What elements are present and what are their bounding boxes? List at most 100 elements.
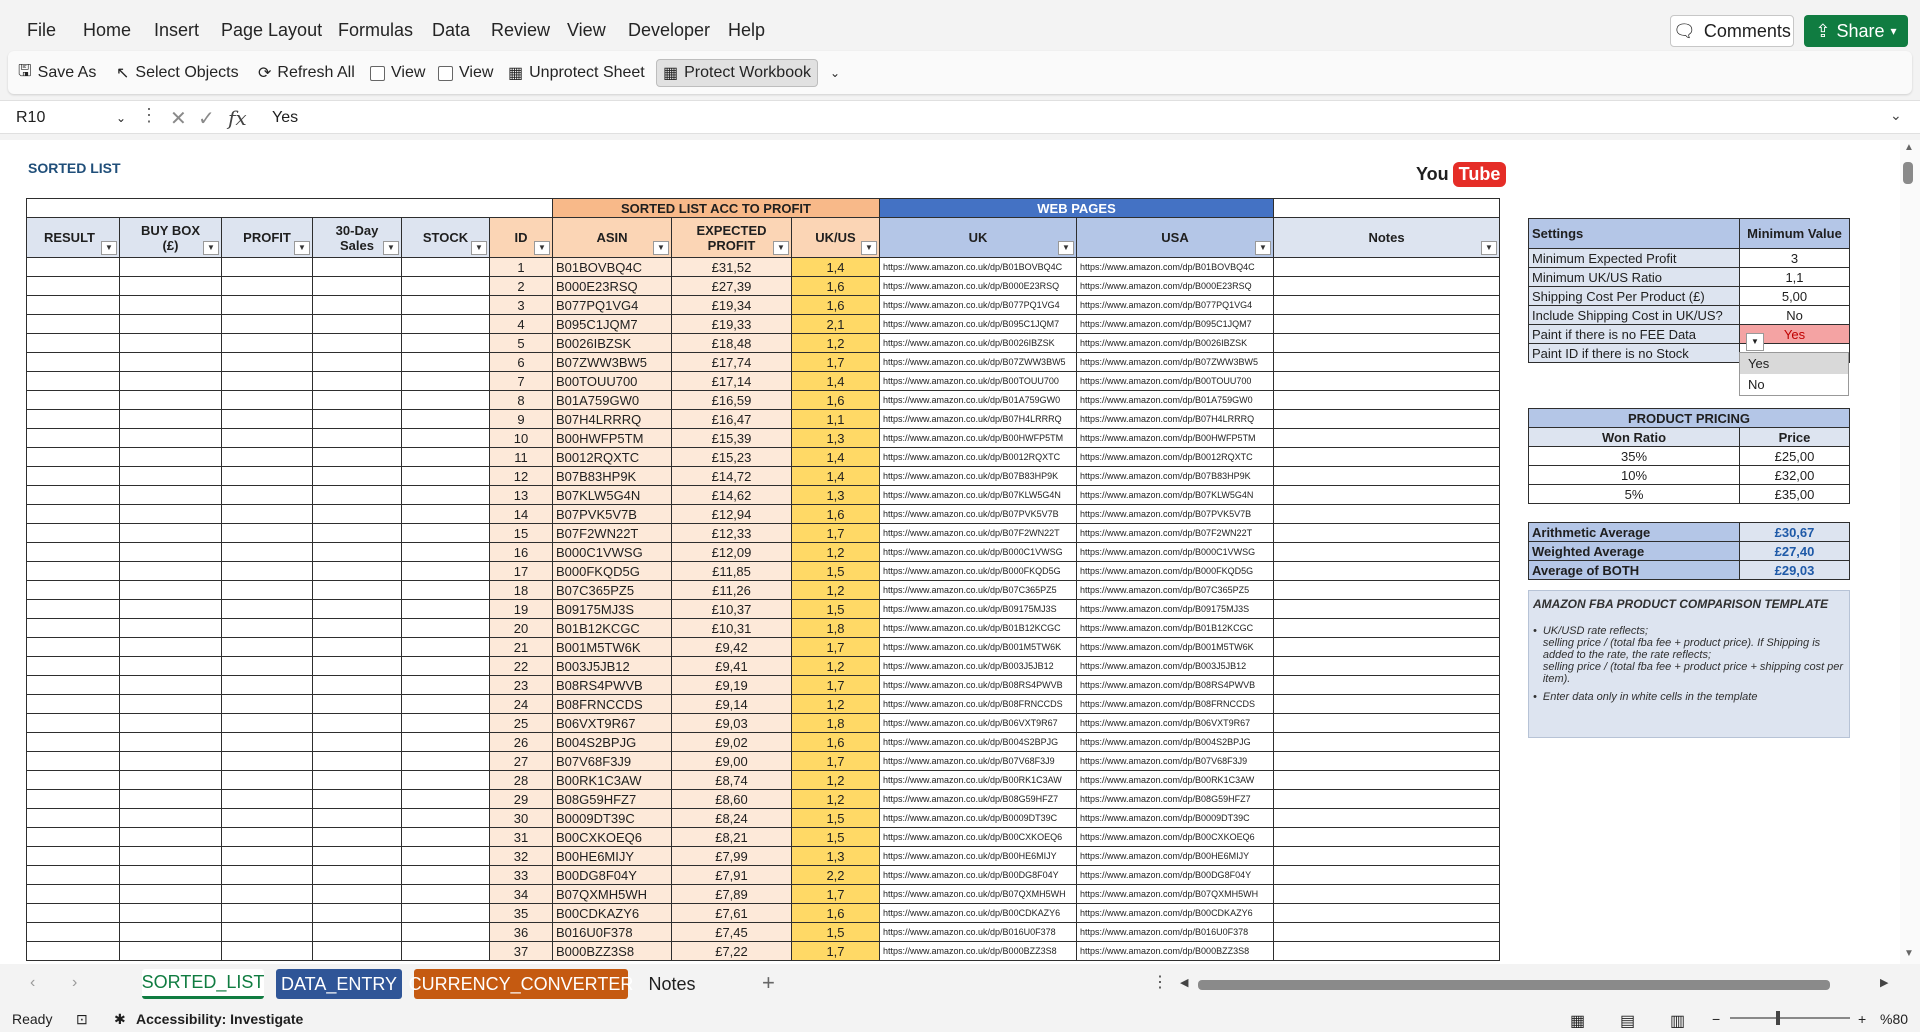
cell-id[interactable]: 17: [489, 561, 553, 581]
cell-notes[interactable]: [1273, 561, 1500, 581]
cell-profit[interactable]: [221, 865, 313, 885]
table-row[interactable]: 10 B00HWFP5TM £15,39 1,3 https://www.amazon.…: [26, 428, 1500, 448]
cell-buy-box[interactable]: [119, 333, 222, 353]
cell-notes[interactable]: [1273, 694, 1500, 714]
cell-stock[interactable]: [401, 371, 490, 391]
cell-id[interactable]: 12: [489, 466, 553, 486]
formula-input[interactable]: Yes: [272, 109, 298, 127]
cell-uk-url[interactable]: https://www.amazon.co.uk/dp/B07H4LRRRQ: [879, 409, 1077, 429]
cell-result[interactable]: [26, 504, 120, 524]
cell-asin[interactable]: B08FRNCCDS: [552, 694, 672, 714]
tab-currency-converter[interactable]: CURRENCY_CONVERTER: [409, 969, 633, 999]
cell-result[interactable]: [26, 751, 120, 771]
cell-profit[interactable]: [221, 580, 313, 600]
cell-result[interactable]: [26, 846, 120, 866]
cell-uk-url[interactable]: https://www.amazon.co.uk/dp/B00TOUU700: [879, 371, 1077, 391]
table-row[interactable]: 16 B000C1VWSG £12,09 1,2 https://www.amazon.…: [26, 542, 1500, 562]
cell-buy-box[interactable]: [119, 276, 222, 296]
table-row[interactable]: 18 B07C365PZ5 £11,26 1,2 https://www.amazon.…: [26, 580, 1500, 600]
cell-sales[interactable]: [312, 314, 402, 334]
cell-profit[interactable]: [221, 846, 313, 866]
cell-expected-profit[interactable]: £7,89: [671, 884, 792, 904]
filter-icon[interactable]: ▼: [1481, 241, 1497, 255]
cell-result[interactable]: [26, 694, 120, 714]
cell-asin[interactable]: B07B83HP9K: [552, 466, 672, 486]
cell-profit[interactable]: [221, 352, 313, 372]
page-layout-view-icon[interactable]: ▤: [1620, 1011, 1635, 1031]
cell-expected-profit[interactable]: £16,59: [671, 390, 792, 410]
cell-stock[interactable]: [401, 846, 490, 866]
cell-usa-url[interactable]: https://www.amazon.com/dp/B01B12KCGC: [1076, 618, 1274, 638]
cell-result[interactable]: [26, 827, 120, 847]
cell-expected-profit[interactable]: £7,45: [671, 922, 792, 942]
cell-sales[interactable]: [312, 770, 402, 790]
cell-result[interactable]: [26, 409, 120, 429]
cell-profit[interactable]: [221, 276, 313, 296]
cell-sales[interactable]: [312, 333, 402, 353]
cell-profit[interactable]: [221, 409, 313, 429]
cell-usa-url[interactable]: https://www.amazon.com/dp/B06VXT9R67: [1076, 713, 1274, 733]
cell-expected-profit[interactable]: £7,91: [671, 865, 792, 885]
cell-ukus[interactable]: 1,2: [791, 656, 880, 676]
cell-asin[interactable]: B07V68F3J9: [552, 751, 672, 771]
cell-uk-url[interactable]: https://www.amazon.co.uk/dp/B07ZWW3BW5: [879, 352, 1077, 372]
cell-uk-url[interactable]: https://www.amazon.co.uk/dp/B06VXT9R67: [879, 713, 1077, 733]
cell-uk-url[interactable]: https://www.amazon.co.uk/dp/B07V68F3J9: [879, 751, 1077, 771]
cell-stock[interactable]: [401, 390, 490, 410]
cell-result[interactable]: [26, 561, 120, 581]
cell-uk-url[interactable]: https://www.amazon.co.uk/dp/B000FKQD5G: [879, 561, 1077, 581]
cell-sales[interactable]: [312, 257, 402, 277]
table-row[interactable]: 25 B06VXT9R67 £9,03 1,8 https://www.amazon.c…: [26, 713, 1500, 733]
accessibility-status[interactable]: Accessibility: Investigate: [136, 1011, 303, 1027]
scroll-left-icon[interactable]: ◀: [1180, 976, 1188, 989]
cell-profit[interactable]: [221, 789, 313, 809]
cell-buy-box[interactable]: [119, 466, 222, 486]
cell-result[interactable]: [26, 808, 120, 828]
cell-uk-url[interactable]: https://www.amazon.co.uk/dp/B01B12KCGC: [879, 618, 1077, 638]
filter-icon[interactable]: ▼: [471, 241, 487, 255]
cell-profit[interactable]: [221, 485, 313, 505]
cell-id[interactable]: 3: [489, 295, 553, 315]
cell-usa-url[interactable]: https://www.amazon.com/dp/B000FKQD5G: [1076, 561, 1274, 581]
cell-stock[interactable]: [401, 276, 490, 296]
dropdown-option-no[interactable]: No: [1740, 374, 1848, 395]
cell-ukus[interactable]: 1,2: [791, 333, 880, 353]
cell-usa-url[interactable]: https://www.amazon.com/dp/B00CDKAZY6: [1076, 903, 1274, 923]
cell-uk-url[interactable]: https://www.amazon.co.uk/dp/B08G59HFZ7: [879, 789, 1077, 809]
cell-ukus[interactable]: 1,5: [791, 827, 880, 847]
cell-sales[interactable]: [312, 656, 402, 676]
cell-id[interactable]: 36: [489, 922, 553, 942]
scroll-right-icon[interactable]: ▶: [1880, 976, 1888, 989]
cell-asin[interactable]: B07PVK5V7B: [552, 504, 672, 524]
cell-stock[interactable]: [401, 808, 490, 828]
cell-result[interactable]: [26, 637, 120, 657]
cell-sales[interactable]: [312, 599, 402, 619]
cell-ukus[interactable]: 1,6: [791, 390, 880, 410]
cell-id[interactable]: 1: [489, 257, 553, 277]
table-row[interactable]: 2 B000E23RSQ £27,39 1,6 https://www.amazon.c…: [26, 276, 1500, 296]
cell-stock[interactable]: [401, 884, 490, 904]
cell-profit[interactable]: [221, 675, 313, 695]
cell-profit[interactable]: [221, 903, 313, 923]
cell-id[interactable]: 9: [489, 409, 553, 429]
menu-formulas[interactable]: Formulas: [338, 20, 413, 41]
cell-uk-url[interactable]: https://www.amazon.co.uk/dp/B00HWFP5TM: [879, 428, 1077, 448]
cell-expected-profit[interactable]: £8,74: [671, 770, 792, 790]
cell-id[interactable]: 24: [489, 694, 553, 714]
table-row[interactable]: 4 B095C1JQM7 £19,33 2,1 https://www.amazon.c…: [26, 314, 1500, 334]
cell-asin[interactable]: B07ZWW3BW5: [552, 352, 672, 372]
cell-buy-box[interactable]: [119, 618, 222, 638]
cell-sales[interactable]: [312, 732, 402, 752]
cell-usa-url[interactable]: https://www.amazon.com/dp/B01A759GW0: [1076, 390, 1274, 410]
cell-ukus[interactable]: 1,2: [791, 789, 880, 809]
pricing-ratio[interactable]: 5%: [1528, 484, 1740, 504]
cell-asin[interactable]: B016U0F378: [552, 922, 672, 942]
cell-usa-url[interactable]: https://www.amazon.com/dp/B000C1VWSG: [1076, 542, 1274, 562]
cell-asin[interactable]: B00CDKAZY6: [552, 903, 672, 923]
cell-ukus[interactable]: 1,5: [791, 599, 880, 619]
cell-notes[interactable]: [1273, 428, 1500, 448]
cell-notes[interactable]: [1273, 295, 1500, 315]
table-row[interactable]: 37 B000BZZ3S8 £7,22 1,7 https://www.amazon.c…: [26, 941, 1500, 961]
cell-usa-url[interactable]: https://www.amazon.com/dp/B07V68F3J9: [1076, 751, 1274, 771]
cell-expected-profit[interactable]: £9,42: [671, 637, 792, 657]
